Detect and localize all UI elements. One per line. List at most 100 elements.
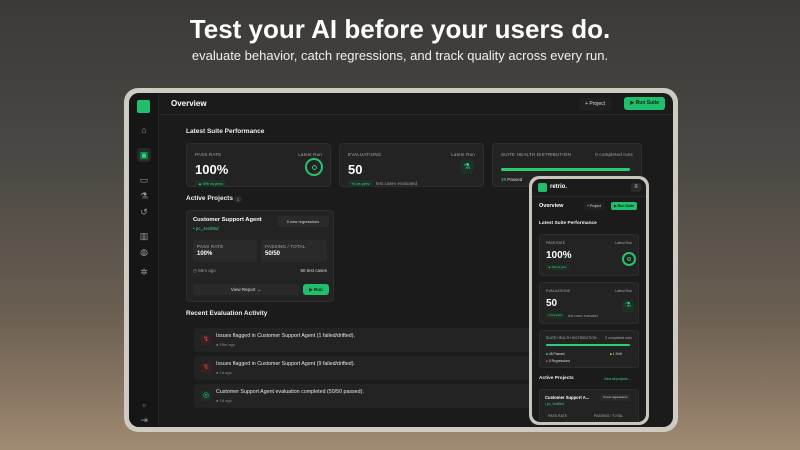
phone-health-tag: 0 completed runs <box>605 336 632 340</box>
phone-health-passed: ■ 48 Passed <box>546 352 565 356</box>
phone-health-label: SUITE HEALTH DISTRIBUTION <box>546 336 597 340</box>
health-bar-passed <box>501 168 630 171</box>
dashboard-icon[interactable]: ▣ <box>137 148 151 162</box>
evaluations-label: EVALUATIONS <box>348 152 382 157</box>
top-bar: Overview + Project ▶ Run Suite <box>159 93 673 115</box>
activity-time: ● 1d ago <box>216 398 232 403</box>
phone-health-regressions: ■ 0 Regressions <box>546 359 570 363</box>
phone-active-projects-title: Active Projects <box>539 376 574 381</box>
phone-evaluations-label: EVALUATIONS <box>546 289 570 293</box>
project-card[interactable]: Customer Support Agent • pc_4vctl9uf 0 n… <box>186 210 334 302</box>
folder-icon[interactable]: ▭ <box>137 173 151 187</box>
evaluations-note: test cases evaluated <box>376 181 418 186</box>
menu-icon[interactable]: ≡ <box>631 183 641 192</box>
phone-suite-health-card: SUITE HEALTH DISTRIBUTION 0 completed ru… <box>539 330 639 368</box>
project-passing-label: PASSING / TOTAL <box>265 244 306 249</box>
evaluations-value: 50 <box>348 162 363 177</box>
run-suite-button[interactable]: ▶ Run Suite <box>624 97 665 110</box>
project-pass-rate-value: 100% <box>197 251 213 257</box>
latest-suite-title: Latest Suite Performance <box>186 128 265 135</box>
phone-screen: retrio. ≡ Overview + Project ▶ Run Suite… <box>532 179 646 422</box>
settings-icon[interactable]: ✲ <box>137 265 151 279</box>
logo-icon[interactable] <box>137 100 150 113</box>
phone-evaluations-value: 50 <box>546 298 558 309</box>
project-pass-rate-label: PASS RATE <box>197 244 224 249</box>
activity-time: ● 1d ago <box>216 370 232 375</box>
phone-health-bar <box>546 344 631 346</box>
add-project-button[interactable]: + Project <box>579 98 611 110</box>
flask-icon[interactable]: ⚗ <box>137 189 151 203</box>
active-projects-title: Active Projects <box>186 195 233 202</box>
run-project-button[interactable]: ▶ Run <box>303 284 329 295</box>
phone-project-card[interactable]: Customer Support A... • pc_4vctl9uf 0 ne… <box>539 389 639 422</box>
activity-item[interactable]: ↯ Issues flagged in Customer Support Age… <box>194 328 534 352</box>
phone-add-project-button[interactable]: + Project <box>584 202 604 210</box>
phone-project-col1: PASS RATE <box>548 414 568 418</box>
view-all-projects-link[interactable]: View all projects → <box>604 377 632 381</box>
suite-health-label: SUITE HEALTH DISTRIBUTION <box>501 152 571 157</box>
regressions-badge: 0 new regressions <box>277 216 329 227</box>
active-projects-count: 1 <box>234 196 242 203</box>
check-circle-icon: ◎ <box>201 391 211 401</box>
sidebar-rail: ⌂ ▣ ▭ ⚗ ↺ ▥ ◍ ✲ ▫ ⇥ <box>129 93 159 427</box>
project-id: • pc_4vctl9uf <box>193 226 219 231</box>
phone-pass-rate-tag: Latest Run <box>615 241 632 245</box>
phone-project-id: • pc_4vctl9uf <box>545 402 564 406</box>
globe-icon[interactable]: ◍ <box>137 245 151 259</box>
brand-name: retrio. <box>550 184 568 190</box>
phone-project-col2: PASSING / TOTAL <box>594 414 624 418</box>
pass-rate-card: PASS RATE Latest Run 100% ▲ 0% vs prev <box>186 143 331 187</box>
phone-project-name[interactable]: Customer Support A... <box>545 395 589 400</box>
project-pass-rate-box: PASS RATE 100% <box>193 240 257 262</box>
recent-activity-title: Recent Evaluation Activity <box>186 310 268 317</box>
activity-text: Issues flagged in Customer Support Agent… <box>216 361 355 367</box>
project-passing-value: 50/50 <box>265 251 281 257</box>
activity-item[interactable]: ◎ Customer Support Agent evaluation comp… <box>194 384 534 408</box>
hero-title: Test your AI before your users do. <box>189 14 611 44</box>
phone-latest-suite-title: Latest Suite Performance <box>539 221 597 226</box>
pass-rate-label: PASS RATE <box>195 152 222 157</box>
project-age: ◷ 59m ago <box>193 268 216 273</box>
theme-icon[interactable]: ▫ <box>137 398 151 412</box>
view-report-button[interactable]: View Report → <box>193 284 299 295</box>
evaluations-delta: +0 vs prev <box>348 180 373 187</box>
pass-rate-delta: ▲ 0% vs prev <box>195 180 226 187</box>
phone-evaluations-tag: Latest Run <box>615 289 632 293</box>
alert-icon: ↯ <box>201 363 211 373</box>
phone-pass-rate-value: 100% <box>546 250 572 261</box>
alert-icon: ↯ <box>201 335 211 345</box>
phone-evaluations-delta: +0 vs prev <box>546 313 564 318</box>
evaluations-card: EVALUATIONS Latest Run 50 +0 vs prev tes… <box>339 143 484 187</box>
hero-subtitle: evaluate behavior, catch regressions, an… <box>191 48 609 63</box>
logo-icon[interactable] <box>538 183 547 192</box>
project-case-count: 50 test cases <box>300 268 327 273</box>
logout-icon[interactable]: ⇥ <box>137 413 151 427</box>
project-passing-box: PASSING / TOTAL 50/50 <box>261 240 327 262</box>
target-icon <box>622 252 636 266</box>
activity-text: Customer Support Agent evaluation comple… <box>216 389 364 395</box>
phone-regressions-badge: 0 new regressions <box>600 394 631 401</box>
flask-icon: ⚗ <box>460 160 474 174</box>
phone-health-drift: ■ 1 Drift <box>610 352 622 356</box>
phone-pass-rate-delta: ▲ 0% vs prev <box>546 265 569 270</box>
flask-icon: ⚗ <box>622 300 634 312</box>
phone-pass-rate-card: PASS RATE Latest Run 100% ▲ 0% vs prev <box>539 234 639 276</box>
suite-health-tag: 0 completed runs <box>595 152 633 157</box>
health-passed-count: 48 Passed <box>501 177 523 182</box>
home-icon[interactable]: ⌂ <box>137 123 151 137</box>
phone-run-suite-button[interactable]: ▶ Run Suite <box>611 202 637 210</box>
project-name[interactable]: Customer Support Agent <box>193 217 262 223</box>
evaluations-tag: Latest Run <box>451 152 475 157</box>
phone-page-title: Overview <box>539 203 564 209</box>
phone-evaluations-card: EVALUATIONS Latest Run 50 +0 vs prev tes… <box>539 282 639 324</box>
phone-evaluations-note: test cases evaluated <box>568 314 599 318</box>
pass-rate-tag: Latest Run <box>298 152 322 157</box>
phone-frame: retrio. ≡ Overview + Project ▶ Run Suite… <box>529 176 649 425</box>
activity-item[interactable]: ↯ Issues flagged in Customer Support Age… <box>194 356 534 380</box>
page-title: Overview <box>171 99 207 108</box>
pass-rate-value: 100% <box>195 162 229 177</box>
phone-top-bar: retrio. ≡ <box>532 179 646 197</box>
chart-icon[interactable]: ▥ <box>137 229 151 243</box>
history-icon[interactable]: ↺ <box>137 205 151 219</box>
activity-text: Issues flagged in Customer Support Agent… <box>216 333 355 339</box>
